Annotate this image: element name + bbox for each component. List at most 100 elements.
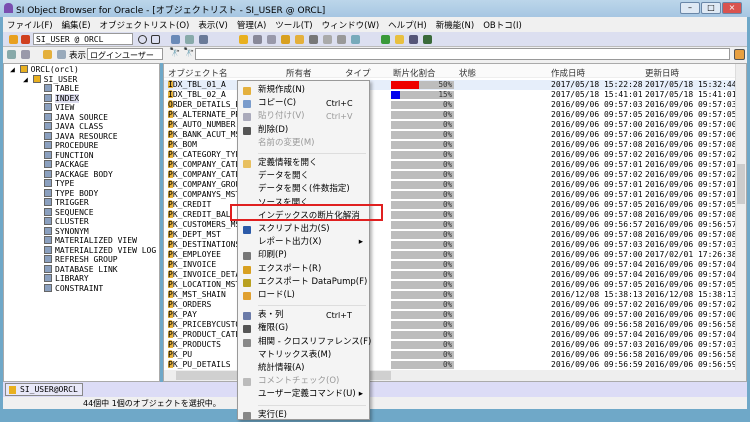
column-header-type[interactable]: タイプ [345,67,371,79]
tool-icon[interactable] [199,35,208,44]
tool-icon[interactable] [409,35,418,44]
tool-icon[interactable] [267,35,276,44]
menu-1[interactable]: 編集(E) [62,19,91,32]
menu-item-12[interactable]: レポート出力(X) ▸ [238,236,369,249]
tree-item-orcl-orcl-[interactable]: ◢ ORCL(orcl) [10,65,79,75]
tree-item-database-link[interactable]: DATABASE LINK [44,264,118,275]
column-header-updated[interactable]: 更新日時 [645,67,679,79]
window-tab-bar: SI_USER@ORCL [3,382,747,397]
menu-item-15[interactable]: エクスポート DataPump(F) [238,276,369,289]
tree-item-java-source[interactable]: JAVA SOURCE [44,112,108,123]
connect-icon[interactable] [9,35,18,44]
connection-select[interactable]: SI_USER @ ORCL [33,33,133,45]
filter-icon[interactable] [43,50,52,59]
binoculars-icon[interactable]: 🔭 [169,48,180,58]
search-input[interactable] [195,48,730,60]
tree-item-package-body[interactable]: PACKAGE BODY [44,169,113,180]
menu-item-14[interactable]: エクスポート(R) [238,263,369,276]
options-icon[interactable] [734,49,745,60]
menu-4[interactable]: 管理(A) [237,19,266,32]
tree-item-function[interactable]: FUNCTION [44,150,94,161]
tree-item-view[interactable]: VIEW [44,103,74,113]
tree-item-materialized-view-log[interactable]: MATERIALIZED VIEW LOG [44,245,156,256]
lock-icon[interactable] [281,35,290,44]
tree-item-refresh-group[interactable]: REFRESH GROUP [44,255,118,265]
tree-item-sequence[interactable]: SEQUENCE [44,207,94,218]
menu-item-7[interactable]: データを開く [238,170,369,183]
tool-icon[interactable] [381,35,390,44]
tree-item-type[interactable]: TYPE [44,179,74,189]
tool-icon[interactable] [171,35,180,44]
menu-9[interactable]: OBトコ(I) [483,19,522,32]
tree-item-cluster[interactable]: CLUSTER [44,217,89,227]
menu-3[interactable]: 表示(V) [198,19,227,32]
menu-item-3[interactable]: 削除(D) [238,124,369,137]
db-icon[interactable] [253,35,262,44]
tree-item-index[interactable]: INDEX [44,93,80,104]
expand-arrow-icon[interactable]: ◢ [10,65,20,74]
menu-item-11[interactable]: スクリプト出力(S) [238,223,369,236]
menu-item-20[interactable]: 相関 - クロスリファレンス(F) [238,336,372,349]
menu-2[interactable]: オブジェクトリスト(O) [100,19,190,32]
minimize-button[interactable]: – [680,2,700,14]
close-button[interactable]: × [722,2,742,14]
menu-7[interactable]: ヘルプ(H) [388,19,427,32]
tool-icon[interactable] [351,35,360,44]
column-header-status[interactable]: 状態 [459,67,476,79]
menu-6[interactable]: ウィンドウ(W) [322,19,380,32]
binoculars-next-icon[interactable]: 🔭 [183,48,194,58]
tree-item-java-class[interactable]: JAVA CLASS [44,122,103,132]
disconnect-icon[interactable] [21,35,30,44]
tool-icon[interactable] [337,35,346,44]
filter-icon[interactable] [57,50,66,59]
tree-item-java-resource[interactable]: JAVA RESOURCE [44,131,118,142]
menu-item-8[interactable]: データを開く(件数指定) [238,183,369,196]
tool-icon[interactable] [423,35,432,44]
menu-5[interactable]: ツール(T) [275,19,312,32]
tool-icon[interactable] [309,35,318,44]
tool-icon[interactable] [395,35,404,44]
menu-item-13[interactable]: 印刷(P) [238,249,369,262]
tree-item-si-user[interactable]: ◢ SI_USER [23,74,77,85]
tree-item-synonym[interactable]: SYNONYM [44,226,89,237]
menu-item-24[interactable]: ユーザー定義コマンド(U) ▸ [238,388,369,401]
tree-item-type-body[interactable]: TYPE BODY [44,188,98,199]
scroll-thumb[interactable] [737,164,745,204]
circle-icon[interactable] [138,35,147,44]
column-header-owner[interactable]: 所有者 [286,67,312,79]
tree-item-constraint[interactable]: CONSTRAINT [44,283,103,294]
menu-item-26[interactable]: 実行(E) [238,409,369,422]
display-select[interactable]: ログインユーザー [87,48,163,60]
expand-arrow-icon[interactable]: ◢ [23,75,33,84]
tree-item-package[interactable]: PACKAGE [44,160,89,170]
key-icon[interactable] [295,35,304,44]
tool-icon[interactable] [185,35,194,44]
user-icon[interactable] [239,35,248,44]
menu-item-1[interactable]: コピー(C) Ctrl+C [238,97,369,110]
menu-item-6[interactable]: 定義情報を開く [238,157,369,170]
menu-item-18[interactable]: 表・列 Ctrl+T [238,309,369,322]
tree-view-icon[interactable] [7,50,16,59]
menu-item-19[interactable]: 権限(G) [238,322,369,335]
maximize-button[interactable]: □ [701,2,721,14]
column-header-created[interactable]: 作成日時 [551,67,585,79]
tree-item-procedure[interactable]: PROCEDURE [44,141,98,151]
tree-item-table[interactable]: TABLE [44,84,79,94]
tree-item-materialized-view[interactable]: MATERIALIZED VIEW [44,236,137,246]
menu-item-21[interactable]: マトリックス表(M) [238,349,369,362]
tool-icon[interactable] [323,35,332,44]
menu-item-0[interactable]: 新規作成(N) [238,84,369,97]
list-view-icon[interactable] [21,50,30,59]
vertical-scrollbar[interactable] [735,64,746,370]
column-header-name[interactable]: オブジェクト名 [168,67,228,79]
menu-8[interactable]: 新機能(N) [436,19,475,32]
tree-item-library[interactable]: LIBRARY [44,274,89,284]
menu-item-16[interactable]: ロード(L) [238,289,369,302]
menu-item-label: 相関 - クロスリファレンス(F) [258,336,372,347]
menu-item-22[interactable]: 統計情報(A) [238,362,369,375]
column-header-fragmentation[interactable]: 断片化割合 [393,67,436,79]
tab-si-user-orcl[interactable]: SI_USER@ORCL [5,383,83,396]
refresh-icon[interactable] [151,35,160,44]
tree-item-trigger[interactable]: TRIGGER [44,198,89,208]
menu-0[interactable]: ファイル(F) [7,19,53,32]
